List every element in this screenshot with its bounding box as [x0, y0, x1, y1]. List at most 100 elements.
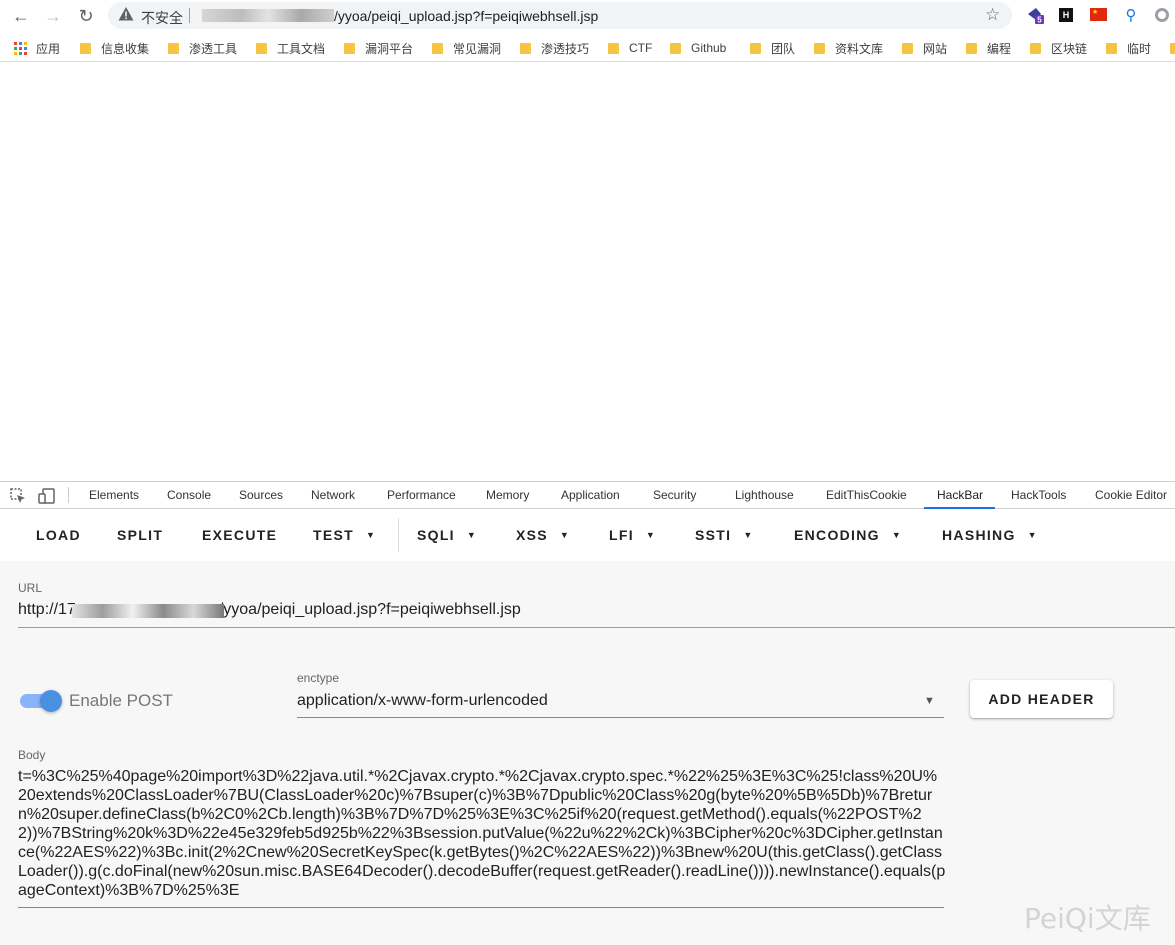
enctype-label: enctype	[297, 671, 340, 685]
page-viewport	[0, 64, 1175, 480]
folder-icon	[902, 42, 913, 54]
reload-icon[interactable]: ↻	[74, 4, 98, 28]
tab-lighthouse[interactable]: Lighthouse	[735, 488, 794, 502]
bookmark-label: 临时	[1127, 41, 1152, 56]
profile-extension-icon[interactable]	[1153, 6, 1171, 24]
body-field-label: Body	[18, 748, 46, 762]
bookmark-label: 团队	[771, 41, 796, 56]
bookmark-folder[interactable]: 临时	[1106, 40, 1151, 56]
hashing-label: HASHING	[942, 527, 1016, 543]
bookmark-folder[interactable]: 常见漏洞	[432, 40, 501, 56]
caret-down-icon: ▼	[466, 530, 478, 540]
tab-elements[interactable]: Elements	[89, 488, 139, 502]
folder-icon	[1030, 42, 1041, 54]
bookmark-apps[interactable]: 应用	[14, 40, 60, 56]
tab-security[interactable]: Security	[653, 488, 696, 502]
folder-icon	[608, 42, 619, 54]
folder-icon	[1106, 42, 1117, 54]
back-icon[interactable]: ←	[9, 4, 33, 28]
tab-hackbar[interactable]: HackBar	[937, 488, 983, 502]
sqli-menu-button[interactable]: SQLI ▼	[417, 527, 477, 543]
body-textarea[interactable]: t=%3C%25%40page%20import%3D%22java.util.…	[18, 767, 946, 900]
load-button[interactable]: LOAD	[36, 527, 81, 543]
security-label[interactable]: 不安全	[141, 8, 183, 28]
device-toolbar-icon[interactable]	[38, 487, 56, 505]
bookmark-label: 渗透工具	[189, 41, 238, 56]
forward-icon[interactable]: →	[41, 4, 65, 28]
bookmark-folder[interactable]: 漏洞平台	[344, 40, 413, 56]
bookmark-label: 编程	[987, 41, 1012, 56]
ssti-menu-button[interactable]: SSTI ▼	[695, 527, 754, 543]
tab-console[interactable]: Console	[167, 488, 211, 502]
extension-badge: 5	[1037, 16, 1042, 25]
bookmark-folder[interactable]: 区块链	[1030, 40, 1087, 56]
body-underline	[18, 907, 944, 908]
redacted-host-blur	[72, 604, 224, 618]
location-extension-icon[interactable]: ⚲	[1122, 6, 1140, 24]
devtools-tabbar: Elements Console Sources Network Perform…	[0, 481, 1175, 509]
tab-application[interactable]: Application	[561, 488, 620, 502]
inspect-element-icon[interactable]	[9, 487, 27, 505]
address-bar[interactable]: 不安全 /yyoa/peiqi_upload.jsp?f=peiqiwebhse…	[108, 2, 1012, 29]
divider	[68, 487, 69, 503]
bookmark-folder[interactable]	[1170, 40, 1175, 56]
folder-icon	[432, 42, 443, 54]
tab-memory[interactable]: Memory	[486, 488, 529, 502]
xss-menu-button[interactable]: XSS ▼	[516, 527, 570, 543]
tab-sources[interactable]: Sources	[239, 488, 283, 502]
tab-hacktools[interactable]: HackTools	[1011, 488, 1066, 502]
bookmark-label: CTF	[629, 41, 653, 55]
bookmark-folder[interactable]: 编程	[966, 40, 1011, 56]
sqli-label: SQLI	[417, 527, 455, 543]
folder-icon	[966, 42, 977, 54]
bookmark-folder[interactable]: 团队	[750, 40, 795, 56]
lfi-menu-button[interactable]: LFI ▼	[609, 527, 656, 543]
bookmark-folder[interactable]: Github	[670, 40, 726, 56]
add-header-button[interactable]: ADD HEADER	[970, 680, 1113, 718]
folder-icon	[344, 42, 355, 54]
bookmark-folder[interactable]: 资料文库	[814, 40, 883, 56]
bookmark-folder[interactable]: 工具文档	[256, 40, 325, 56]
bookmark-star-icon[interactable]: ☆	[985, 5, 1000, 25]
bookmark-folder[interactable]: 网站	[902, 40, 947, 56]
bookmark-label: 信息收集	[101, 41, 150, 56]
bookmark-label: 应用	[36, 41, 61, 56]
toggle-knob[interactable]	[40, 690, 62, 712]
dropdown-arrow-icon[interactable]: ▼	[924, 695, 935, 707]
apps-grid-icon	[14, 41, 27, 55]
flag-extension-icon[interactable]: ★	[1090, 8, 1107, 21]
bookmark-label: 常见漏洞	[453, 41, 502, 56]
hackbar-extension-icon[interactable]: H	[1059, 8, 1073, 22]
warning-icon[interactable]	[118, 6, 134, 22]
caret-down-icon: ▼	[891, 530, 903, 540]
execute-button[interactable]: EXECUTE	[202, 527, 277, 543]
folder-icon	[256, 42, 267, 54]
bookmark-label: 区块链	[1051, 41, 1088, 56]
caret-down-icon: ▼	[743, 530, 754, 540]
bookmark-folder[interactable]: CTF	[608, 40, 652, 56]
folder-icon	[814, 42, 825, 54]
extension-icon[interactable]: 5	[1027, 6, 1045, 24]
bookmark-folder[interactable]: 信息收集	[80, 40, 149, 56]
folder-icon	[168, 42, 179, 54]
bookmark-folder[interactable]: 渗透技巧	[520, 40, 589, 56]
tab-cookie-editor[interactable]: Cookie Editor	[1095, 488, 1167, 502]
encoding-label: ENCODING	[794, 527, 880, 543]
enctype-select[interactable]: application/x-www-form-urlencoded	[297, 692, 548, 710]
divider	[398, 518, 399, 552]
bookmark-label: 工具文档	[277, 41, 326, 56]
hackbar-panel: URL http://17/yyoa/peiqi_upload.jsp?f=pe…	[0, 561, 1175, 945]
tab-performance[interactable]: Performance	[387, 488, 456, 502]
hashing-menu-button[interactable]: HASHING ▼	[942, 527, 1038, 543]
tab-network[interactable]: Network	[311, 488, 355, 502]
test-menu-button[interactable]: TEST ▼	[313, 527, 376, 543]
test-label: TEST	[313, 527, 354, 543]
folder-icon	[520, 42, 531, 54]
encoding-menu-button[interactable]: ENCODING ▼	[794, 527, 902, 543]
bookmark-folder[interactable]: 渗透工具	[168, 40, 237, 56]
split-button[interactable]: SPLIT	[117, 527, 163, 543]
url-underline	[18, 627, 1175, 628]
tab-editthiscookie[interactable]: EditThisCookie	[826, 488, 907, 502]
url-text[interactable]: /yyoa/peiqi_upload.jsp?f=peiqiwebhsell.j…	[334, 8, 598, 24]
enable-post-label: Enable POST	[69, 691, 173, 710]
